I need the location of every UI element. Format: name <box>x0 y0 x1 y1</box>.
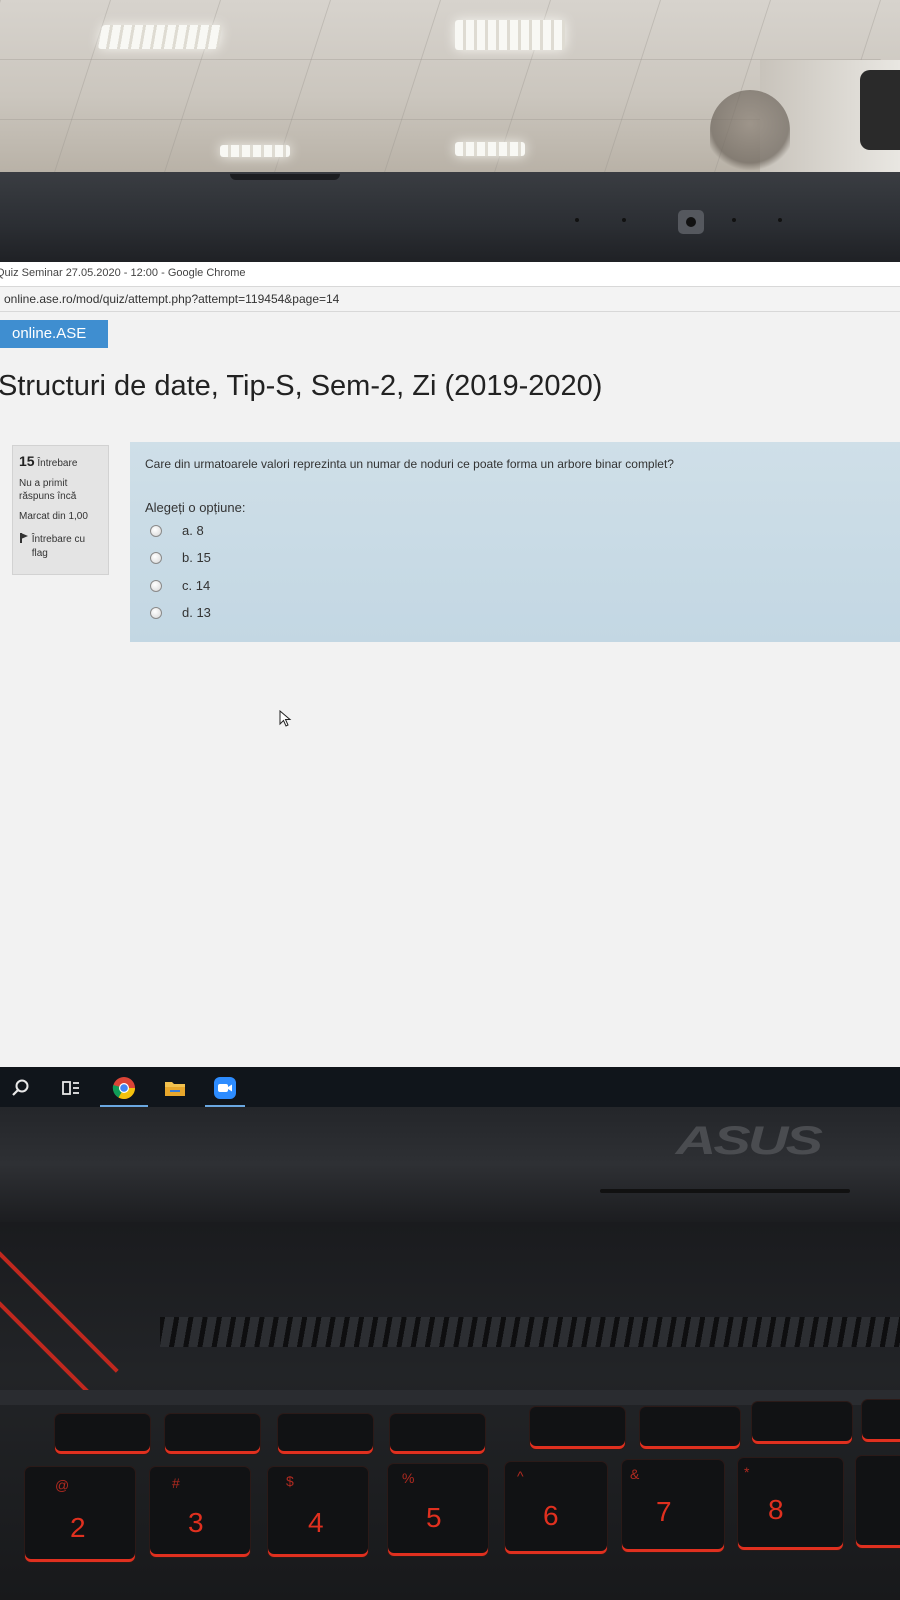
task-view-icon[interactable] <box>58 1075 84 1101</box>
answer-option-b[interactable]: b. 15 <box>150 550 211 565</box>
key-symbol: $ <box>286 1473 294 1489</box>
flag-label[interactable]: Întrebare cu flag <box>32 533 102 560</box>
person-blur <box>710 90 790 175</box>
brand-link[interactable]: online.ASE <box>0 320 108 348</box>
sensor-dot <box>622 218 626 222</box>
key-2[interactable]: @ 2 <box>25 1467 135 1562</box>
function-key[interactable] <box>390 1414 485 1454</box>
radio-button[interactable] <box>150 579 162 592</box>
hinge <box>600 1189 850 1193</box>
key-number: 4 <box>308 1507 324 1538</box>
file-explorer-icon[interactable] <box>162 1075 188 1101</box>
function-key[interactable] <box>278 1414 373 1454</box>
laptop-screen: Quiz Seminar 27.05.2020 - 12:00 - Google… <box>0 262 900 1067</box>
key-8[interactable]: * 8 <box>738 1458 843 1550</box>
key-4[interactable]: $ 4 <box>268 1467 368 1557</box>
quiz-body: 15 Întrebare Nu a primit răspuns încă Ma… <box>0 437 900 1067</box>
question-number: 15 <box>19 453 35 469</box>
mouse-cursor-icon <box>279 710 292 727</box>
sensor-dot <box>575 218 579 222</box>
ceiling-light <box>97 25 223 49</box>
key-number: 3 <box>188 1507 204 1538</box>
function-key[interactable] <box>165 1414 260 1454</box>
laptop-logo: ASUS <box>675 1119 823 1163</box>
page-title: Structuri de date, Tip-S, Sem-2, Zi (201… <box>0 370 603 402</box>
key-symbol: * <box>744 1464 750 1480</box>
choose-option-label: Alegeți o opțiune: <box>145 500 246 515</box>
url-text[interactable]: online.ase.ro/mod/quiz/attempt.php?attem… <box>4 292 339 306</box>
window-title: Quiz Seminar 27.05.2020 - 12:00 - Google… <box>0 267 246 279</box>
address-bar[interactable]: online.ase.ro/mod/quiz/attempt.php?attem… <box>0 286 900 312</box>
windows-taskbar <box>0 1067 900 1107</box>
bezel-notch <box>230 174 340 180</box>
option-label[interactable]: a. 8 <box>182 523 204 538</box>
laptop-lower-bezel: ASUS <box>0 1107 900 1222</box>
search-icon[interactable] <box>8 1075 34 1101</box>
answer-status: Nu a primit răspuns încă <box>19 477 77 503</box>
function-key[interactable] <box>530 1407 625 1449</box>
key-symbol: # <box>172 1475 180 1491</box>
key-9[interactable] <box>856 1456 900 1548</box>
flag-icon[interactable] <box>19 533 29 544</box>
zoom-icon[interactable] <box>212 1075 238 1101</box>
answer-option-a[interactable]: a. 8 <box>150 523 204 538</box>
brand-label[interactable]: online.ASE <box>12 325 86 342</box>
monitor-bezel <box>0 172 900 262</box>
key-6[interactable]: ^ 6 <box>505 1462 607 1554</box>
key-number: 6 <box>543 1500 559 1531</box>
key-7[interactable]: & 7 <box>622 1460 724 1552</box>
question-info-panel: 15 Întrebare Nu a primit răspuns încă Ma… <box>12 445 109 575</box>
ceiling-background <box>0 0 900 175</box>
option-label[interactable]: d. 13 <box>182 605 211 620</box>
key-symbol: ^ <box>517 1468 524 1484</box>
option-label[interactable]: b. 15 <box>182 550 211 565</box>
key-3[interactable]: # 3 <box>150 1467 250 1557</box>
function-key[interactable] <box>640 1407 740 1449</box>
sensor-dot <box>778 218 782 222</box>
ceiling-light <box>220 145 290 157</box>
key-number: 2 <box>70 1512 86 1543</box>
function-key[interactable] <box>862 1400 900 1442</box>
browser-title-bar: Quiz Seminar 27.05.2020 - 12:00 - Google… <box>0 262 900 286</box>
keyboard-deck: @ 2 # 3 $ 4 % 5 ^ 6 & 7 * 8 <box>0 1222 900 1600</box>
key-symbol: % <box>402 1470 415 1486</box>
key-number: 7 <box>656 1496 672 1527</box>
sensor-dot <box>732 218 736 222</box>
question-box: Care din urmatoarele valori reprezinta u… <box>130 442 900 642</box>
question-text: Care din urmatoarele valori reprezinta u… <box>145 457 674 471</box>
site-header: online.ASE Structuri de date, Tip-S, Sem… <box>0 312 900 437</box>
radio-button[interactable] <box>150 524 162 537</box>
key-symbol: @ <box>55 1477 70 1493</box>
answer-option-c[interactable]: c. 14 <box>150 578 210 593</box>
function-key[interactable] <box>752 1402 852 1444</box>
ceiling-light <box>455 20 565 50</box>
option-label[interactable]: c. 14 <box>182 578 210 593</box>
key-number: 5 <box>426 1502 442 1533</box>
radio-button[interactable] <box>150 606 162 619</box>
chair <box>860 70 900 150</box>
question-number-label: Întrebare <box>37 458 78 469</box>
decorative-stripe <box>0 1242 119 1373</box>
key-number: 8 <box>768 1494 784 1525</box>
chrome-icon[interactable] <box>111 1075 137 1101</box>
speaker-vent <box>160 1317 900 1347</box>
key-5[interactable]: % 5 <box>388 1464 488 1556</box>
key-symbol: & <box>630 1466 640 1482</box>
webcam-icon <box>678 210 704 234</box>
radio-button[interactable] <box>150 551 162 564</box>
answer-option-d[interactable]: d. 13 <box>150 605 211 620</box>
ceiling-light <box>455 142 525 156</box>
marked-out-of: Marcat din 1,00 <box>19 510 88 522</box>
function-key[interactable] <box>55 1414 150 1454</box>
flag-question-link[interactable]: Întrebare cu flag <box>19 533 102 560</box>
